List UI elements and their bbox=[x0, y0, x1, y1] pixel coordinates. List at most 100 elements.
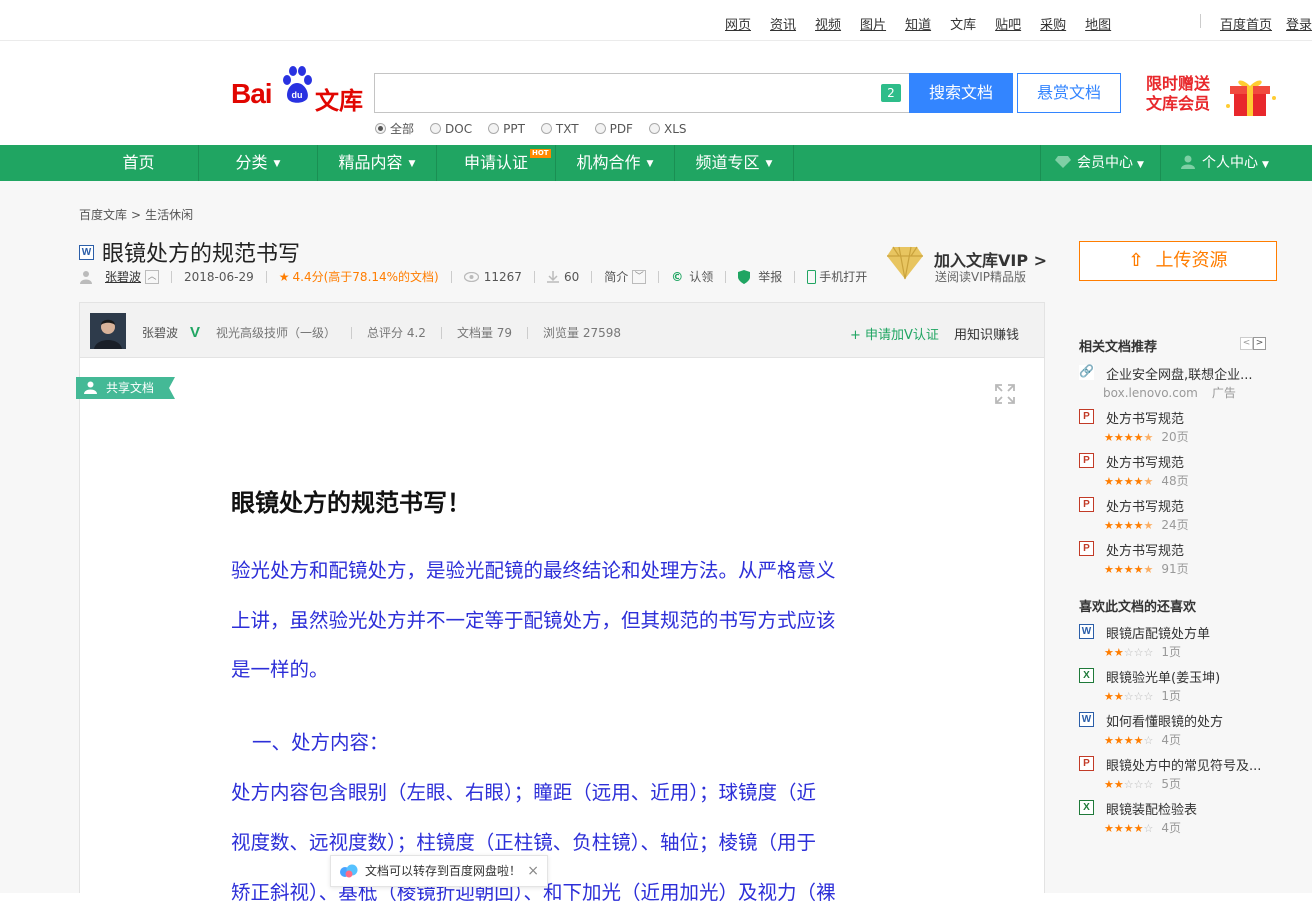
nav-premium[interactable]: 精品内容 ▼ bbox=[318, 145, 437, 181]
nav-cooperation[interactable]: 机构合作 ▼ bbox=[556, 145, 675, 181]
related-pager: < > bbox=[1240, 337, 1266, 350]
top-link[interactable]: 视频 bbox=[815, 14, 841, 33]
reward-documents-button[interactable]: 悬赏文档 bbox=[1017, 73, 1121, 113]
report-link[interactable]: 举报 bbox=[758, 268, 782, 285]
document-section-heading: 一、处方内容： bbox=[252, 731, 389, 754]
avatar[interactable] bbox=[90, 313, 126, 349]
baidu-wenku-logo[interactable]: Bai du 文库 bbox=[229, 64, 369, 115]
copyright-icon: © bbox=[671, 269, 684, 284]
file-type-option[interactable]: PPT bbox=[488, 120, 525, 137]
side-doc-title[interactable]: 如何看懂眼镜的处方 bbox=[1106, 711, 1278, 730]
chevron-left-icon[interactable]: < bbox=[1240, 337, 1253, 350]
search-documents-button[interactable]: 搜索文档 bbox=[909, 73, 1013, 113]
author-link[interactable]: 张碧波 bbox=[105, 268, 141, 285]
side-doc-title[interactable]: 眼镜处方中的常见符号及... bbox=[1106, 755, 1278, 774]
divider bbox=[591, 270, 593, 283]
radio-button[interactable] bbox=[375, 123, 386, 134]
fullscreen-icon[interactable] bbox=[995, 384, 1015, 404]
nav-label: 精品内容 bbox=[338, 153, 403, 172]
chevron-down-icon[interactable]: ﹀ bbox=[632, 269, 647, 284]
side-doc-title[interactable]: 企业安全网盘,联想企业... bbox=[1106, 364, 1278, 383]
radio-button[interactable] bbox=[488, 123, 500, 134]
file-type-option[interactable]: XLS bbox=[648, 120, 687, 137]
earn-knowledge-link[interactable]: 用知识赚钱 bbox=[954, 324, 1019, 343]
divider bbox=[794, 270, 796, 283]
excel-doc-icon: X bbox=[1079, 668, 1094, 683]
breadcrumb-item[interactable]: 生活休闲 bbox=[145, 208, 193, 222]
top-link[interactable]: 资讯 bbox=[770, 14, 796, 33]
top-link[interactable]: 知道 bbox=[905, 14, 931, 33]
personal-center-label: 个人中心 bbox=[1202, 155, 1258, 171]
claim-link[interactable]: 认领 bbox=[689, 268, 713, 285]
top-link[interactable]: 图片 bbox=[860, 14, 886, 33]
breadcrumb-item[interactable]: 百度文库 bbox=[79, 208, 127, 222]
mobile-open-link[interactable]: 手机打开 bbox=[819, 268, 867, 285]
file-type-option[interactable]: 全部 bbox=[375, 120, 414, 137]
search-input[interactable] bbox=[374, 73, 909, 113]
nav-label: 机构合作 bbox=[576, 153, 641, 172]
join-vip-banner[interactable]: 加入文库VIP > 送阅读VIP精品版 bbox=[886, 243, 1048, 287]
side-doc-meta: ★★☆☆☆ 5页 bbox=[1104, 775, 1181, 792]
top-link[interactable]: 文库 bbox=[950, 14, 976, 33]
member-promo-banner[interactable]: 限时赠送 文库会员 bbox=[1146, 74, 1286, 120]
member-center-menu[interactable]: 会员中心 ▼ bbox=[1055, 145, 1144, 181]
nav-channels[interactable]: 频道专区 ▼ bbox=[675, 145, 794, 181]
top-link[interactable]: 地图 bbox=[1085, 14, 1111, 33]
star-rating: ★★☆☆☆ bbox=[1104, 646, 1153, 659]
link-icon: 🔗 bbox=[1079, 364, 1094, 380]
radio-button[interactable] bbox=[594, 123, 606, 134]
side-doc-title[interactable]: 处方书写规范 bbox=[1106, 496, 1278, 515]
author-name[interactable]: 张碧波 bbox=[142, 324, 178, 341]
star-icon: ☆ bbox=[1123, 778, 1134, 791]
total-score: 总评分 4.2 bbox=[367, 326, 426, 340]
side-doc-title[interactable]: 处方书写规范 bbox=[1106, 452, 1278, 471]
side-doc-title[interactable]: 处方书写规范 bbox=[1106, 540, 1278, 559]
top-link[interactable]: 采购 bbox=[1040, 14, 1066, 33]
nav-home[interactable]: 首页 bbox=[79, 145, 199, 181]
ppt-doc-icon: P bbox=[1079, 541, 1094, 556]
divider bbox=[1200, 14, 1201, 28]
star-icon: ☆ bbox=[1143, 822, 1154, 835]
side-doc-title[interactable]: 处方书写规范 bbox=[1106, 408, 1278, 427]
logo-paw-text: du bbox=[292, 90, 303, 100]
top-link[interactable]: 贴吧 bbox=[995, 14, 1021, 33]
radio-button[interactable] bbox=[648, 123, 660, 134]
radio-button[interactable] bbox=[540, 123, 552, 134]
chevron-up-icon[interactable]: ︿ bbox=[145, 269, 160, 284]
close-icon[interactable]: × bbox=[527, 856, 539, 886]
side-doc-title[interactable]: 眼镜店配镜处方单 bbox=[1106, 623, 1278, 642]
divider bbox=[725, 270, 727, 283]
document-line: 处方内容包含眼别（左眼、右眼）；瞳距（远用、近用）；球镜度（近 bbox=[231, 781, 817, 804]
user-icon bbox=[1181, 155, 1195, 169]
nav-category[interactable]: 分类 ▼ bbox=[199, 145, 318, 181]
ppt-doc-icon: P bbox=[1079, 409, 1094, 424]
file-type-option[interactable]: TXT bbox=[540, 120, 579, 137]
nav-label: 申请认证 bbox=[463, 153, 528, 172]
divider bbox=[1040, 145, 1041, 181]
baidu-home-link[interactable]: 百度首页 bbox=[1220, 14, 1272, 33]
personal-center-menu[interactable]: 个人中心 ▼ bbox=[1180, 145, 1269, 181]
file-type-option[interactable]: DOC bbox=[430, 120, 472, 137]
login-link[interactable]: 登录 bbox=[1286, 14, 1312, 33]
caret-down-icon: ▼ bbox=[1262, 160, 1269, 170]
side-doc-title[interactable]: 眼镜装配检验表 bbox=[1106, 799, 1278, 818]
intro-toggle[interactable]: 简介 bbox=[604, 268, 628, 285]
side-doc-title[interactable]: 眼镜验光单(姜玉坤) bbox=[1106, 667, 1278, 686]
radio-button[interactable] bbox=[430, 123, 442, 134]
star-icon: ★ bbox=[278, 269, 290, 284]
side-doc-meta: ★★☆☆☆ 1页 bbox=[1104, 687, 1181, 704]
file-type-option[interactable]: PDF bbox=[594, 120, 633, 137]
file-type-label: 全部 bbox=[390, 122, 415, 136]
chevron-right-icon: > bbox=[1033, 251, 1048, 270]
top-right-links: 百度首页 登录 bbox=[1220, 14, 1312, 33]
top-link[interactable]: 网页 bbox=[725, 14, 751, 33]
divider bbox=[658, 270, 660, 283]
vip-diamond-icon bbox=[887, 246, 923, 280]
star-icon: ★ bbox=[1113, 734, 1124, 747]
download-icon bbox=[546, 270, 559, 283]
chevron-right-icon[interactable]: > bbox=[1253, 337, 1266, 350]
apply-v-link[interactable]: + 申请加V认证 bbox=[850, 324, 939, 343]
upload-resource-button[interactable]: ⇧ 上传资源 bbox=[1079, 241, 1277, 281]
star-icon: ★ bbox=[1104, 822, 1114, 835]
nav-certification[interactable]: 申请认证 HOT bbox=[437, 145, 556, 181]
